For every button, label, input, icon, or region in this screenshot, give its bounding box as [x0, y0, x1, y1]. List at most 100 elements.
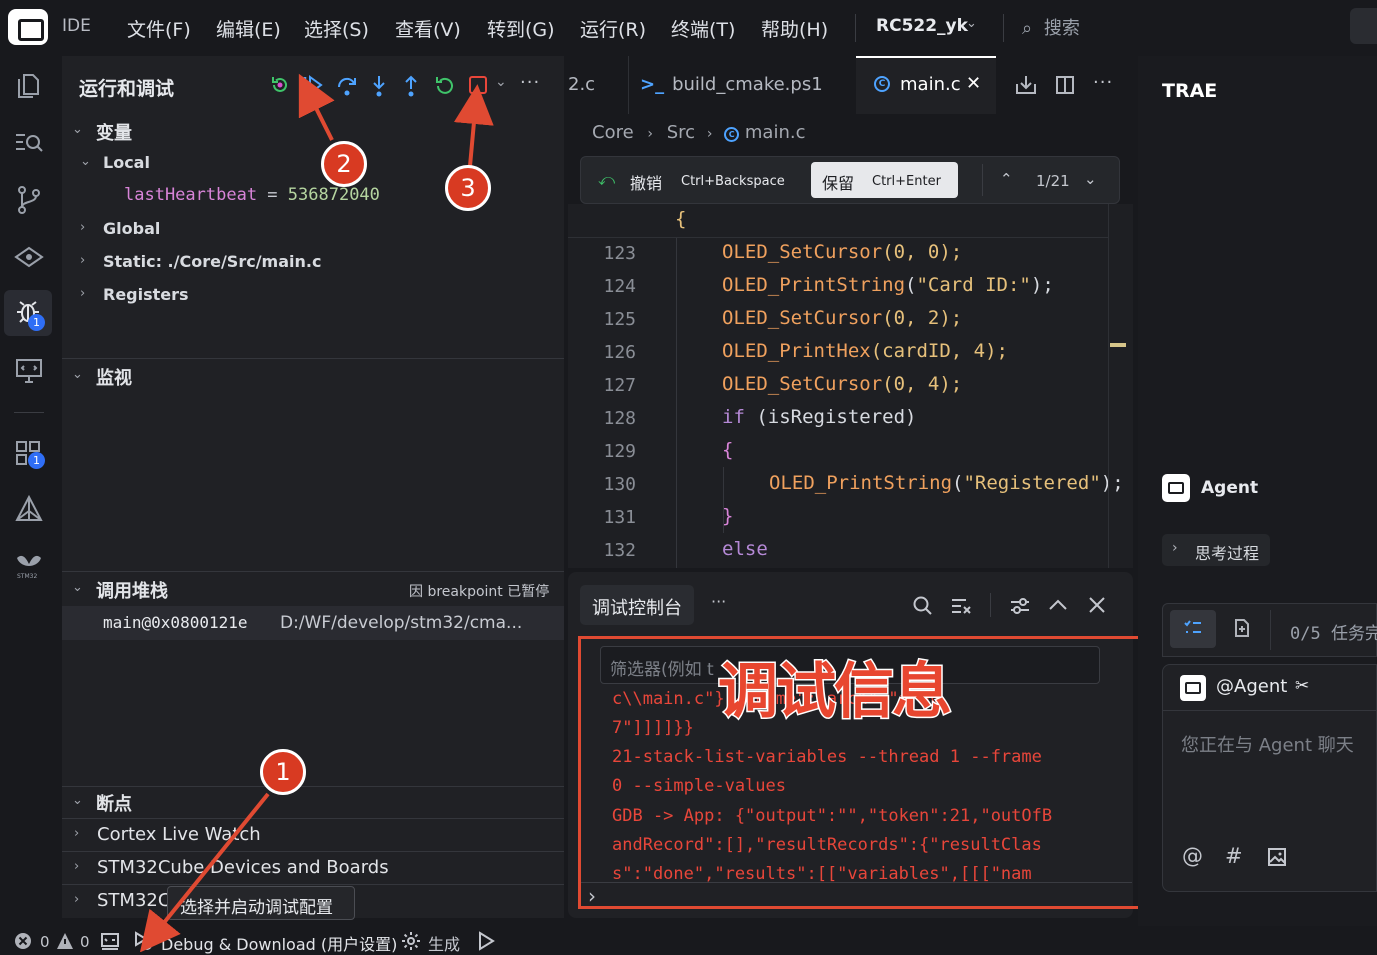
chevron-right-icon[interactable]: › — [80, 220, 85, 235]
variables-header[interactable]: 变量 — [96, 119, 132, 145]
chevron-down-icon[interactable]: ⌄ — [966, 16, 977, 31]
play-icon[interactable] — [476, 931, 496, 951]
callout-3: 3 — [445, 165, 491, 211]
stm32-icon[interactable]: STM32 — [14, 550, 44, 580]
error-icon[interactable] — [13, 931, 33, 951]
tools-icon[interactable]: ✂ — [1295, 676, 1309, 696]
remote-display-icon[interactable] — [15, 358, 43, 384]
search-files-icon[interactable] — [14, 130, 44, 156]
cortex-live-watch-header[interactable]: Cortex Live Watch — [97, 824, 261, 845]
chevron-down-icon[interactable]: ⌄ — [72, 367, 83, 382]
download-icon[interactable] — [1015, 74, 1037, 96]
static-scope[interactable]: Static: ./Core/Src/main.c — [103, 252, 321, 271]
global-search[interactable]: ⌕ 搜索 — [1022, 14, 1080, 40]
chevron-down-icon[interactable]: ⌄ — [1084, 170, 1097, 188]
tab-main-c-label: main.c — [900, 74, 961, 95]
menu-divider — [855, 14, 856, 42]
code-args: (0, 0); — [882, 241, 963, 263]
menu-file[interactable]: 文件(F) — [127, 15, 191, 42]
code-args: (0, 4); — [882, 373, 963, 395]
stop-icon[interactable] — [468, 75, 488, 95]
scroll-marker[interactable] — [1110, 343, 1126, 347]
registers-scope[interactable]: Registers — [103, 285, 189, 304]
remote-explorer-icon[interactable] — [14, 245, 44, 269]
chevron-down-icon[interactable]: ⌄ — [72, 580, 83, 595]
restart-icon[interactable] — [434, 75, 456, 97]
chevron-right-icon[interactable]: › — [80, 253, 85, 268]
chevron-down-icon[interactable]: ⌄ — [495, 74, 507, 90]
global-scope[interactable]: Global — [103, 219, 160, 238]
step-into-icon[interactable] — [369, 74, 389, 98]
agent-mention[interactable]: @Agent — [1216, 676, 1287, 697]
local-scope[interactable]: Local — [103, 153, 150, 172]
minimap-border — [1108, 204, 1109, 568]
chevron-down-icon[interactable]: ⌄ — [72, 793, 83, 808]
step-over-icon[interactable] — [336, 75, 358, 97]
line-number: 131 — [603, 507, 636, 528]
code-line: OLED_SetCursor(0, 2); — [722, 307, 962, 329]
chevron-right-icon[interactable]: › — [74, 892, 79, 907]
stm32-section-header[interactable]: STM32C — [97, 890, 170, 911]
warning-icon[interactable] — [55, 931, 75, 951]
variable-row[interactable]: lastHeartbeat = 536872040 — [124, 185, 380, 205]
menu-help[interactable]: 帮助(H) — [761, 15, 828, 42]
split-editor-icon[interactable] — [1055, 75, 1075, 95]
gear-icon[interactable] — [400, 930, 422, 952]
close-icon[interactable]: ✕ — [966, 73, 981, 94]
menu-view[interactable]: 查看(V) — [395, 15, 461, 42]
hash-icon[interactable]: # — [1225, 844, 1243, 868]
chevron-up-icon[interactable] — [1048, 598, 1068, 612]
more-actions-icon[interactable]: ··· — [1093, 72, 1113, 93]
app-logo-icon[interactable] — [8, 9, 48, 45]
code-string: "Registered" — [963, 472, 1101, 494]
menu-run[interactable]: 运行(R) — [580, 15, 646, 42]
tab-build-cmake[interactable]: >_ build_cmake.ps1 — [640, 56, 850, 114]
chevron-down-icon[interactable]: ⌄ — [80, 154, 91, 169]
chevron-down-icon[interactable]: ⌄ — [72, 122, 83, 137]
build-button[interactable]: 生成 — [428, 931, 460, 955]
breakpoints-header[interactable]: 断点 — [96, 790, 132, 816]
chevron-up-icon[interactable]: ⌃ — [1000, 170, 1013, 188]
code-keyword: if — [722, 406, 745, 428]
menu-terminal[interactable]: 终端(T) — [671, 15, 735, 42]
menu-goto[interactable]: 转到(G) — [487, 15, 555, 42]
chevron-right-icon[interactable]: › — [74, 826, 79, 841]
undo-button[interactable]: 撤销 — [630, 170, 662, 194]
chevron-right-icon[interactable]: › — [74, 859, 79, 874]
sticky-scroll-divider — [568, 237, 1108, 238]
mention-icon[interactable]: @ — [1182, 844, 1203, 868]
line-number: 126 — [603, 342, 636, 363]
callstack-header[interactable]: 调用堆栈 — [96, 577, 168, 603]
breadcrumb-main-c[interactable]: main.c — [745, 122, 806, 143]
line-number: 125 — [603, 309, 636, 330]
chevron-right-icon[interactable]: › — [80, 286, 85, 301]
menu-edit[interactable]: 编辑(E) — [216, 15, 281, 42]
tab-partial[interactable]: 2.c — [568, 56, 628, 114]
project-selector[interactable]: RC522_yk — [876, 16, 968, 36]
more-actions-icon[interactable]: ··· — [711, 592, 726, 611]
more-actions-icon[interactable]: ··· — [520, 72, 540, 93]
window-control[interactable] — [1350, 8, 1377, 44]
breadcrumb-src[interactable]: Src — [667, 122, 695, 143]
step-out-icon[interactable] — [401, 74, 421, 98]
debug-config-selector[interactable]: Debug & Download (用户设置) — [161, 931, 397, 955]
explorer-icon[interactable] — [16, 72, 42, 100]
stm32cube-devices-header[interactable]: STM32Cube Devices and Boards — [97, 857, 389, 878]
terminal-icon[interactable] — [100, 931, 120, 951]
restart-frame-icon[interactable] — [270, 75, 290, 95]
document-icon[interactable] — [1232, 618, 1252, 638]
debug-config-icon[interactable] — [133, 929, 157, 951]
code-condition: (isRegistered) — [744, 406, 917, 428]
watch-header[interactable]: 监视 — [96, 364, 132, 390]
cmake-icon[interactable] — [14, 494, 44, 524]
continue-icon[interactable] — [302, 75, 324, 95]
image-icon[interactable] — [1267, 847, 1287, 867]
settings-sliders-icon[interactable] — [1009, 596, 1031, 616]
search-icon[interactable] — [912, 595, 934, 617]
menu-select[interactable]: 选择(S) — [304, 15, 369, 42]
breadcrumb-core[interactable]: Core — [592, 122, 634, 143]
close-icon[interactable] — [1088, 596, 1106, 614]
clear-console-icon[interactable] — [950, 597, 972, 615]
code-brace: } — [722, 505, 734, 527]
source-control-icon[interactable] — [16, 185, 42, 215]
